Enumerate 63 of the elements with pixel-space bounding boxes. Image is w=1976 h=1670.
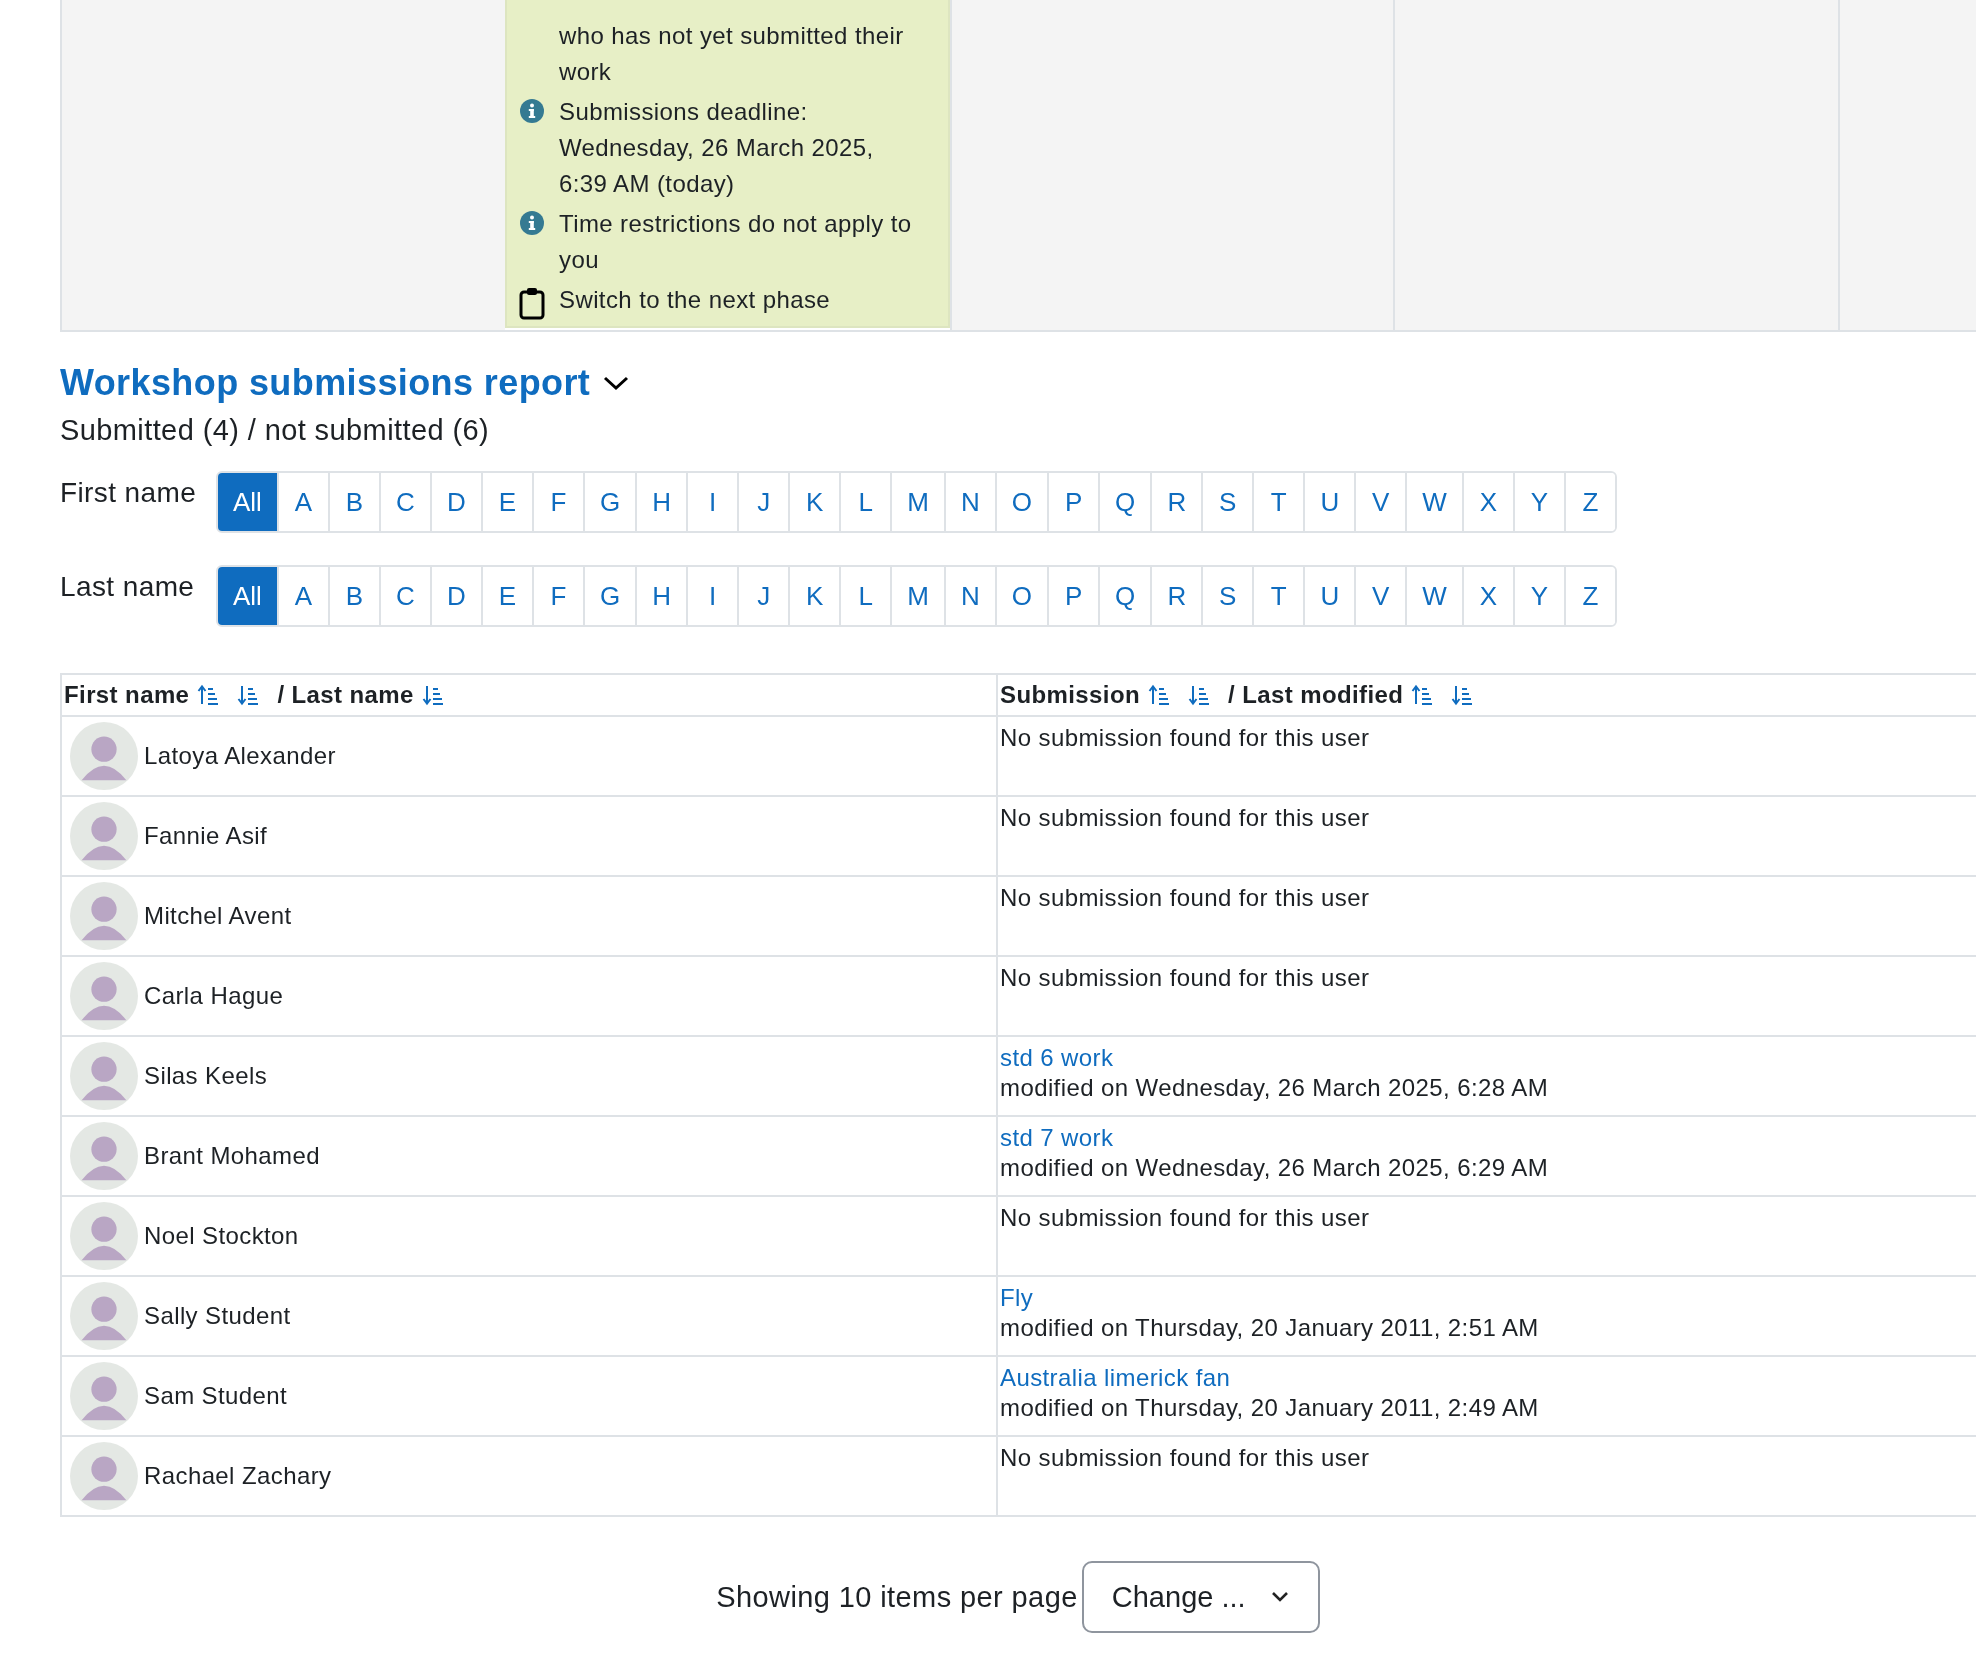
- info-icon: [519, 210, 545, 236]
- no-submission-text: No submission found for this user: [1000, 963, 1371, 993]
- info-icon: [519, 98, 545, 124]
- submission-title-link[interactable]: std 7 work: [1000, 1123, 1976, 1153]
- avatar-icon[interactable]: [70, 722, 138, 790]
- no-submission-text: No submission found for this user: [1000, 803, 1371, 833]
- sort-ascending-icon[interactable]: [197, 684, 220, 706]
- user-name-link[interactable]: Brant Mohamed: [144, 1142, 320, 1170]
- initial-filter-button[interactable]: Z: [1563, 567, 1615, 625]
- submission-title-link[interactable]: Australia limerick fan: [1000, 1363, 1976, 1393]
- avatar-icon[interactable]: [70, 1202, 138, 1270]
- no-submission-text: No submission found for this user: [1000, 883, 1371, 913]
- phase-info-text: who has not yet submitted their work: [559, 21, 905, 87]
- chevron-down-icon: [1269, 1590, 1290, 1604]
- submission-title-link[interactable]: std 6 work: [1000, 1043, 1976, 1073]
- no-submission-text: No submission found for this user: [1000, 1203, 1371, 1233]
- user-name-link[interactable]: Mitchel Avent: [144, 902, 292, 930]
- user-name-link[interactable]: Sam Student: [144, 1382, 288, 1410]
- modified-date-text: modified on Wednesday, 26 March 2025, 6:28 AM: [1000, 1073, 1550, 1103]
- column-sort-link[interactable]: / Last name: [277, 681, 414, 709]
- avatar-icon[interactable]: [70, 1442, 138, 1510]
- switch-phase-link[interactable]: Switch to the next phase: [559, 282, 919, 318]
- initial-filter-button[interactable]: Z: [1563, 473, 1615, 531]
- avatar-icon[interactable]: [70, 1042, 138, 1110]
- phase-info-text: Time restrictions do not apply to you: [559, 209, 913, 275]
- sort-descending-icon[interactable]: [1188, 684, 1211, 706]
- modified-date-text: modified on Thursday, 20 January 2011, 2:49 AM: [1000, 1393, 1540, 1423]
- avatar-icon[interactable]: [70, 802, 138, 870]
- no-submission-text: No submission found for this user: [1000, 723, 1371, 753]
- sort-descending-icon[interactable]: [421, 684, 444, 706]
- sort-ascending-icon[interactable]: [1411, 684, 1434, 706]
- column-sort-link[interactable]: First name: [64, 681, 190, 709]
- no-submission-text: No submission found for this user: [1000, 1443, 1371, 1473]
- submission-summary: Submitted (4) / not submitted (6): [60, 414, 491, 447]
- items-per-page-text: Showing 10 items per page: [716, 1580, 1078, 1614]
- submission-title-link[interactable]: Fly: [1000, 1283, 1976, 1313]
- user-name-link[interactable]: Silas Keels: [144, 1062, 268, 1090]
- column-sort-link[interactable]: Submission: [1000, 681, 1141, 709]
- user-name-link[interactable]: Rachael Zachary: [144, 1462, 332, 1490]
- avatar-icon[interactable]: [70, 962, 138, 1030]
- user-name-link[interactable]: Noel Stockton: [144, 1222, 299, 1250]
- clipboard-icon: [519, 286, 545, 320]
- modified-date-text: modified on Thursday, 20 January 2011, 2:51 AM: [1000, 1313, 1540, 1343]
- avatar-icon[interactable]: [70, 882, 138, 950]
- filter-label: Last name: [60, 570, 196, 603]
- user-name-link[interactable]: Carla Hague: [144, 982, 284, 1010]
- per-page-select[interactable]: Change ...: [1081, 1561, 1320, 1633]
- avatar-icon[interactable]: [70, 1362, 138, 1430]
- column-sort-link[interactable]: / Last modified: [1228, 681, 1404, 709]
- sort-descending-icon[interactable]: [237, 684, 260, 706]
- user-name-link[interactable]: Sally Student: [144, 1302, 291, 1330]
- phase-info-text: Submissions deadline: Wednesday, 26 March 2025, 6:39 AM (today): [559, 97, 875, 199]
- user-name-link[interactable]: Fannie Asif: [144, 822, 268, 850]
- report-title[interactable]: Workshop submissions report: [60, 362, 591, 404]
- sort-descending-icon[interactable]: [1451, 684, 1474, 706]
- avatar-icon[interactable]: [70, 1122, 138, 1190]
- sort-ascending-icon[interactable]: [1148, 684, 1171, 706]
- initial-filter-button[interactable]: All: [218, 473, 277, 531]
- initial-filter-button[interactable]: All: [218, 567, 277, 625]
- filter-label: First name: [60, 476, 198, 509]
- avatar-icon[interactable]: [70, 1282, 138, 1350]
- modified-date-text: modified on Wednesday, 26 March 2025, 6:29 AM: [1000, 1153, 1550, 1183]
- user-name-link[interactable]: Latoya Alexander: [144, 742, 336, 770]
